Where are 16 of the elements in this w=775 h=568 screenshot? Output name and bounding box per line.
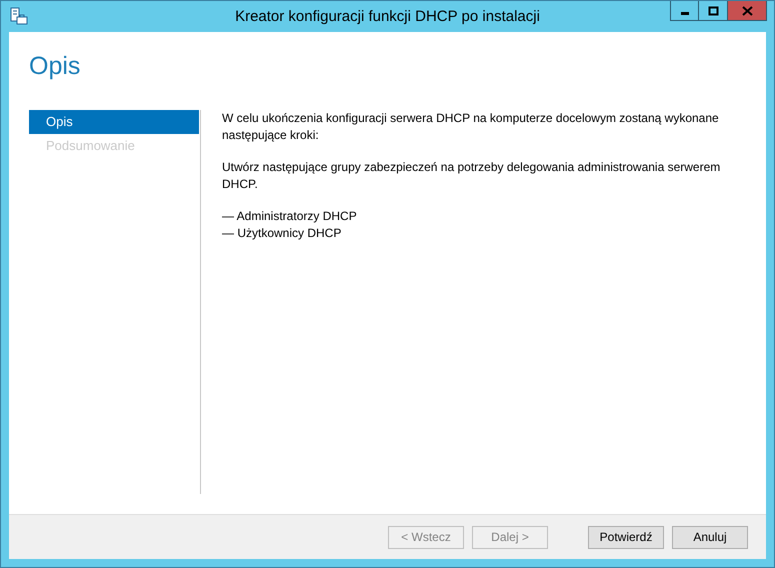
description-text: W celu ukończenia konfiguracji serwera DHCP na komputerze docelowym zostaną wykonane następujące kroki: xyxy=(222,110,720,144)
group-item: — Administratorzy DHCP xyxy=(222,208,358,225)
confirm-button[interactable]: Potwierdź xyxy=(588,526,664,548)
minimize-button[interactable] xyxy=(670,1,699,21)
minimize-icon xyxy=(680,12,688,15)
close-icon xyxy=(742,6,752,16)
close-button[interactable] xyxy=(728,1,767,21)
page-heading: Opis xyxy=(29,52,82,82)
cancel-button[interactable]: Anuluj xyxy=(672,526,748,548)
server-wizard-icon xyxy=(10,7,28,25)
maximize-icon xyxy=(708,6,718,16)
step-item[interactable]: Opis xyxy=(29,110,199,134)
maximize-button[interactable] xyxy=(699,1,728,21)
description-text: Utwórz następujące grupy zabezpieczeń na potrzeby delegowania administrowania serwerem DHCP. xyxy=(222,159,722,193)
window-title: Kreator konfiguracji funkcji DHCP po instalacji xyxy=(235,8,540,25)
group-item: — Użytkownicy DHCP xyxy=(222,225,342,242)
